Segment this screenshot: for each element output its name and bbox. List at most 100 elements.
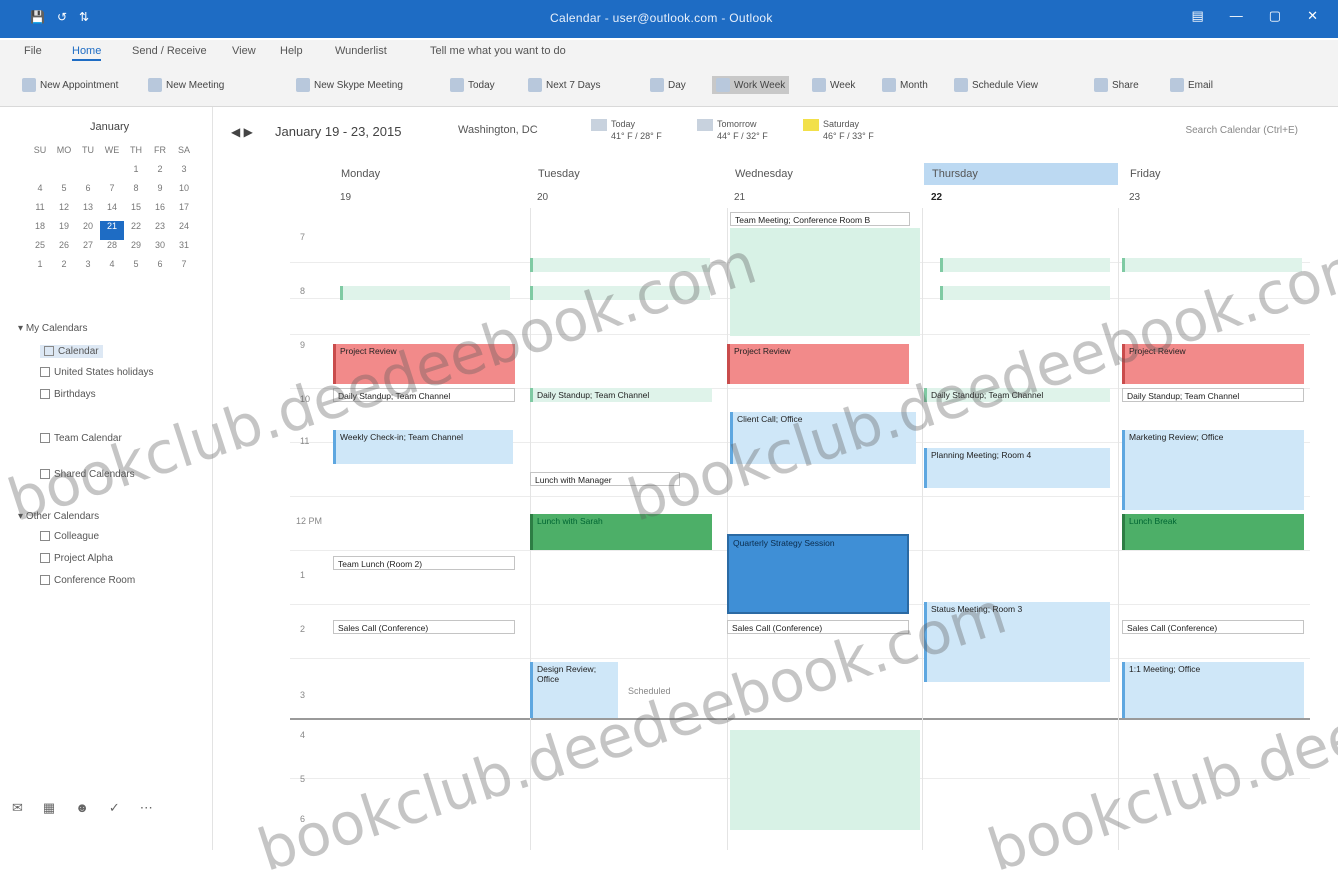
day-header-monday[interactable]: Monday bbox=[333, 163, 521, 185]
folder-holidays[interactable]: United States holidays bbox=[40, 367, 154, 378]
event-block[interactable] bbox=[340, 286, 510, 300]
other-calendars-group[interactable]: ▾ Other Calendars bbox=[18, 511, 99, 522]
mini-day[interactable]: 6 bbox=[148, 259, 172, 278]
event-status-meeting[interactable]: Status Meeting; Room 3 bbox=[924, 602, 1110, 682]
checkbox[interactable] bbox=[40, 575, 50, 586]
event-block[interactable] bbox=[940, 258, 1110, 272]
event-block[interactable] bbox=[940, 286, 1110, 300]
mini-day[interactable] bbox=[28, 164, 52, 183]
mini-day[interactable]: 17 bbox=[172, 202, 196, 221]
mini-day[interactable]: 7 bbox=[100, 183, 124, 202]
mini-day[interactable]: 7 bbox=[172, 259, 196, 278]
mini-day[interactable] bbox=[76, 164, 100, 183]
folder-team[interactable]: Team Calendar bbox=[40, 433, 122, 444]
folder-project[interactable]: Project Alpha bbox=[40, 553, 113, 564]
event-team-lunch[interactable]: Team Lunch (Room 2) bbox=[333, 556, 515, 570]
mini-day[interactable]: 5 bbox=[124, 259, 148, 278]
mini-day[interactable]: 8 bbox=[124, 183, 148, 202]
mini-day[interactable]: 15 bbox=[124, 202, 148, 221]
event-sales-call[interactable]: Sales Call (Conference) bbox=[727, 620, 909, 634]
folder-calendar[interactable]: Calendar bbox=[40, 345, 103, 358]
mini-day[interactable]: 22 bbox=[124, 221, 148, 240]
mini-day[interactable]: 1 bbox=[28, 259, 52, 278]
email-calendar-button[interactable]: Email bbox=[1170, 76, 1213, 94]
mini-day-today[interactable]: 21 bbox=[100, 221, 124, 240]
work-week-view-button[interactable]: Work Week bbox=[712, 76, 790, 94]
event-weekly-checkin[interactable]: Weekly Check-in; Team Channel bbox=[333, 430, 513, 464]
new-appointment-button[interactable]: New Appointment bbox=[22, 76, 118, 94]
mini-day[interactable]: 30 bbox=[148, 240, 172, 259]
tab-view[interactable]: View bbox=[232, 45, 256, 57]
mini-day[interactable]: 3 bbox=[76, 259, 100, 278]
event-standup[interactable]: Daily Standup; Team Channel bbox=[333, 388, 515, 402]
mini-day[interactable]: 2 bbox=[148, 164, 172, 183]
day-header-thursday[interactable]: Thursday bbox=[924, 163, 1118, 185]
mini-day[interactable]: 4 bbox=[28, 183, 52, 202]
event-block[interactable] bbox=[530, 258, 710, 272]
event-one-on-one[interactable]: 1:1 Meeting; Office bbox=[1122, 662, 1304, 718]
mini-day[interactable]: 1 bbox=[124, 164, 148, 183]
close-icon[interactable]: ✕ bbox=[1307, 8, 1318, 24]
week-view-button[interactable]: Week bbox=[812, 76, 855, 94]
mini-day[interactable]: 10 bbox=[172, 183, 196, 202]
mini-day[interactable]: 11 bbox=[28, 202, 52, 221]
mini-day[interactable]: 23 bbox=[148, 221, 172, 240]
tab-send-receive[interactable]: Send / Receive bbox=[132, 45, 207, 57]
new-meeting-button[interactable]: New Meeting bbox=[148, 76, 224, 94]
checkbox[interactable] bbox=[40, 367, 50, 378]
event-project-review[interactable]: Project Review bbox=[1122, 344, 1304, 384]
event-planning-meeting[interactable]: Planning Meeting; Room 4 bbox=[924, 448, 1110, 488]
checkbox[interactable] bbox=[40, 553, 50, 564]
tab-help[interactable]: Help bbox=[280, 45, 303, 57]
search-calendar-box[interactable]: Search Calendar (Ctrl+E) bbox=[1185, 125, 1298, 136]
today-button[interactable]: Today bbox=[450, 76, 495, 94]
save-icon[interactable]: 💾 bbox=[30, 10, 45, 24]
my-calendars-group[interactable]: ▾ My Calendars bbox=[18, 323, 88, 334]
event-lunch-manager[interactable]: Lunch with Manager bbox=[530, 472, 680, 486]
mini-calendar-month[interactable]: January bbox=[90, 121, 129, 133]
day-header-wednesday[interactable]: Wednesday bbox=[727, 163, 915, 185]
event-block[interactable] bbox=[530, 286, 710, 300]
mini-day[interactable]: 5 bbox=[52, 183, 76, 202]
tab-wunderlist[interactable]: Wunderlist bbox=[335, 45, 387, 57]
ribbon-display-icon[interactable]: ▤ bbox=[1192, 8, 1204, 24]
day-view-button[interactable]: Day bbox=[650, 76, 686, 94]
event-design-review[interactable]: Design Review; Office bbox=[530, 662, 618, 718]
folder-shared[interactable]: Shared Calendars bbox=[40, 469, 135, 480]
undo-icon[interactable]: ↺ bbox=[57, 10, 67, 24]
maximize-icon[interactable]: ▢ bbox=[1269, 8, 1281, 24]
mini-day[interactable]: 14 bbox=[100, 202, 124, 221]
next-7-days-button[interactable]: Next 7 Days bbox=[528, 76, 600, 94]
mini-day[interactable]: 3 bbox=[172, 164, 196, 183]
people-icon[interactable]: ☻ bbox=[75, 800, 89, 816]
mini-day[interactable]: 26 bbox=[52, 240, 76, 259]
minimize-icon[interactable]: — bbox=[1230, 8, 1243, 24]
event-standup[interactable]: Daily Standup; Team Channel bbox=[924, 388, 1110, 402]
event-standup[interactable]: Daily Standup; Team Channel bbox=[1122, 388, 1304, 402]
mail-icon[interactable]: ✉ bbox=[12, 800, 23, 816]
mini-day[interactable]: 25 bbox=[28, 240, 52, 259]
folder-birthdays[interactable]: Birthdays bbox=[40, 389, 96, 400]
more-icon[interactable]: ⋯ bbox=[140, 800, 153, 816]
new-skype-meeting-button[interactable]: New Skype Meeting bbox=[296, 76, 403, 94]
prev-next-arrows[interactable]: ◀ ▶ bbox=[231, 125, 253, 139]
event-project-review[interactable]: Project Review bbox=[333, 344, 515, 384]
event-allday[interactable]: Team Meeting; Conference Room B bbox=[730, 212, 910, 226]
month-view-button[interactable]: Month bbox=[882, 76, 928, 94]
tasks-icon[interactable]: ✓ bbox=[109, 800, 120, 816]
mini-day[interactable]: 31 bbox=[172, 240, 196, 259]
checkbox[interactable] bbox=[40, 469, 50, 480]
checkbox[interactable] bbox=[44, 346, 54, 357]
checkbox[interactable] bbox=[40, 531, 50, 542]
tab-home[interactable]: Home bbox=[72, 45, 102, 61]
mini-day[interactable]: 12 bbox=[52, 202, 76, 221]
event-marketing-review[interactable]: Marketing Review; Office bbox=[1122, 430, 1304, 510]
event-sales-call[interactable]: Sales Call (Conference) bbox=[333, 620, 515, 634]
mini-day[interactable]: 19 bbox=[52, 221, 76, 240]
checkbox[interactable] bbox=[40, 389, 50, 400]
mini-day[interactable]: 20 bbox=[76, 221, 100, 240]
mini-day[interactable]: 27 bbox=[76, 240, 100, 259]
sendreceive-icon[interactable]: ⇅ bbox=[79, 10, 89, 24]
mini-day[interactable] bbox=[52, 164, 76, 183]
mini-day[interactable]: 9 bbox=[148, 183, 172, 202]
